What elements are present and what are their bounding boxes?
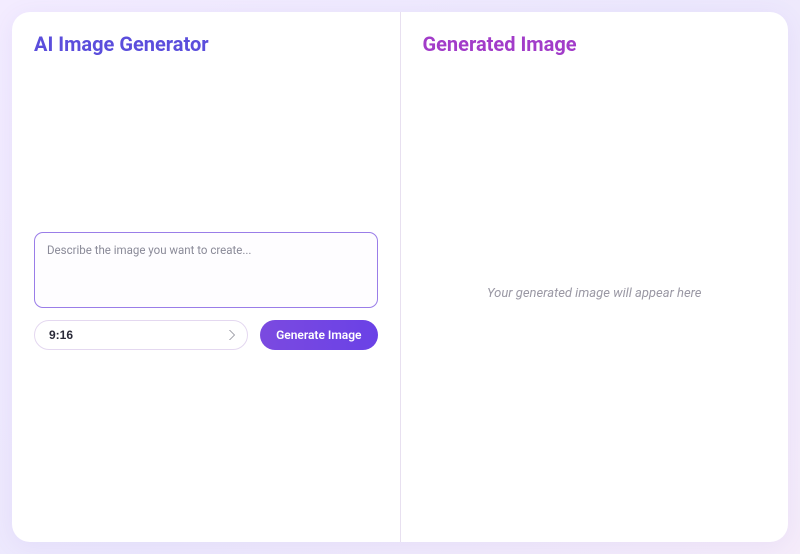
controls-row: 9:16 Generate Image bbox=[34, 320, 378, 350]
spacer bbox=[34, 64, 378, 232]
aspect-ratio-select[interactable]: 9:16 bbox=[34, 320, 248, 350]
output-placeholder-area: Your generated image will appear here bbox=[423, 64, 767, 522]
output-placeholder-text: Your generated image will appear here bbox=[487, 286, 702, 301]
generator-title: AI Image Generator bbox=[34, 32, 378, 56]
output-panel: Generated Image Your generated image wil… bbox=[401, 12, 789, 542]
app-card: AI Image Generator 9:16 Generate Image G… bbox=[12, 12, 788, 542]
generator-panel: AI Image Generator 9:16 Generate Image bbox=[12, 12, 401, 542]
prompt-input[interactable] bbox=[34, 232, 378, 308]
generate-button[interactable]: Generate Image bbox=[260, 320, 377, 350]
aspect-select-wrap: 9:16 bbox=[34, 320, 248, 350]
output-title: Generated Image bbox=[423, 32, 767, 56]
